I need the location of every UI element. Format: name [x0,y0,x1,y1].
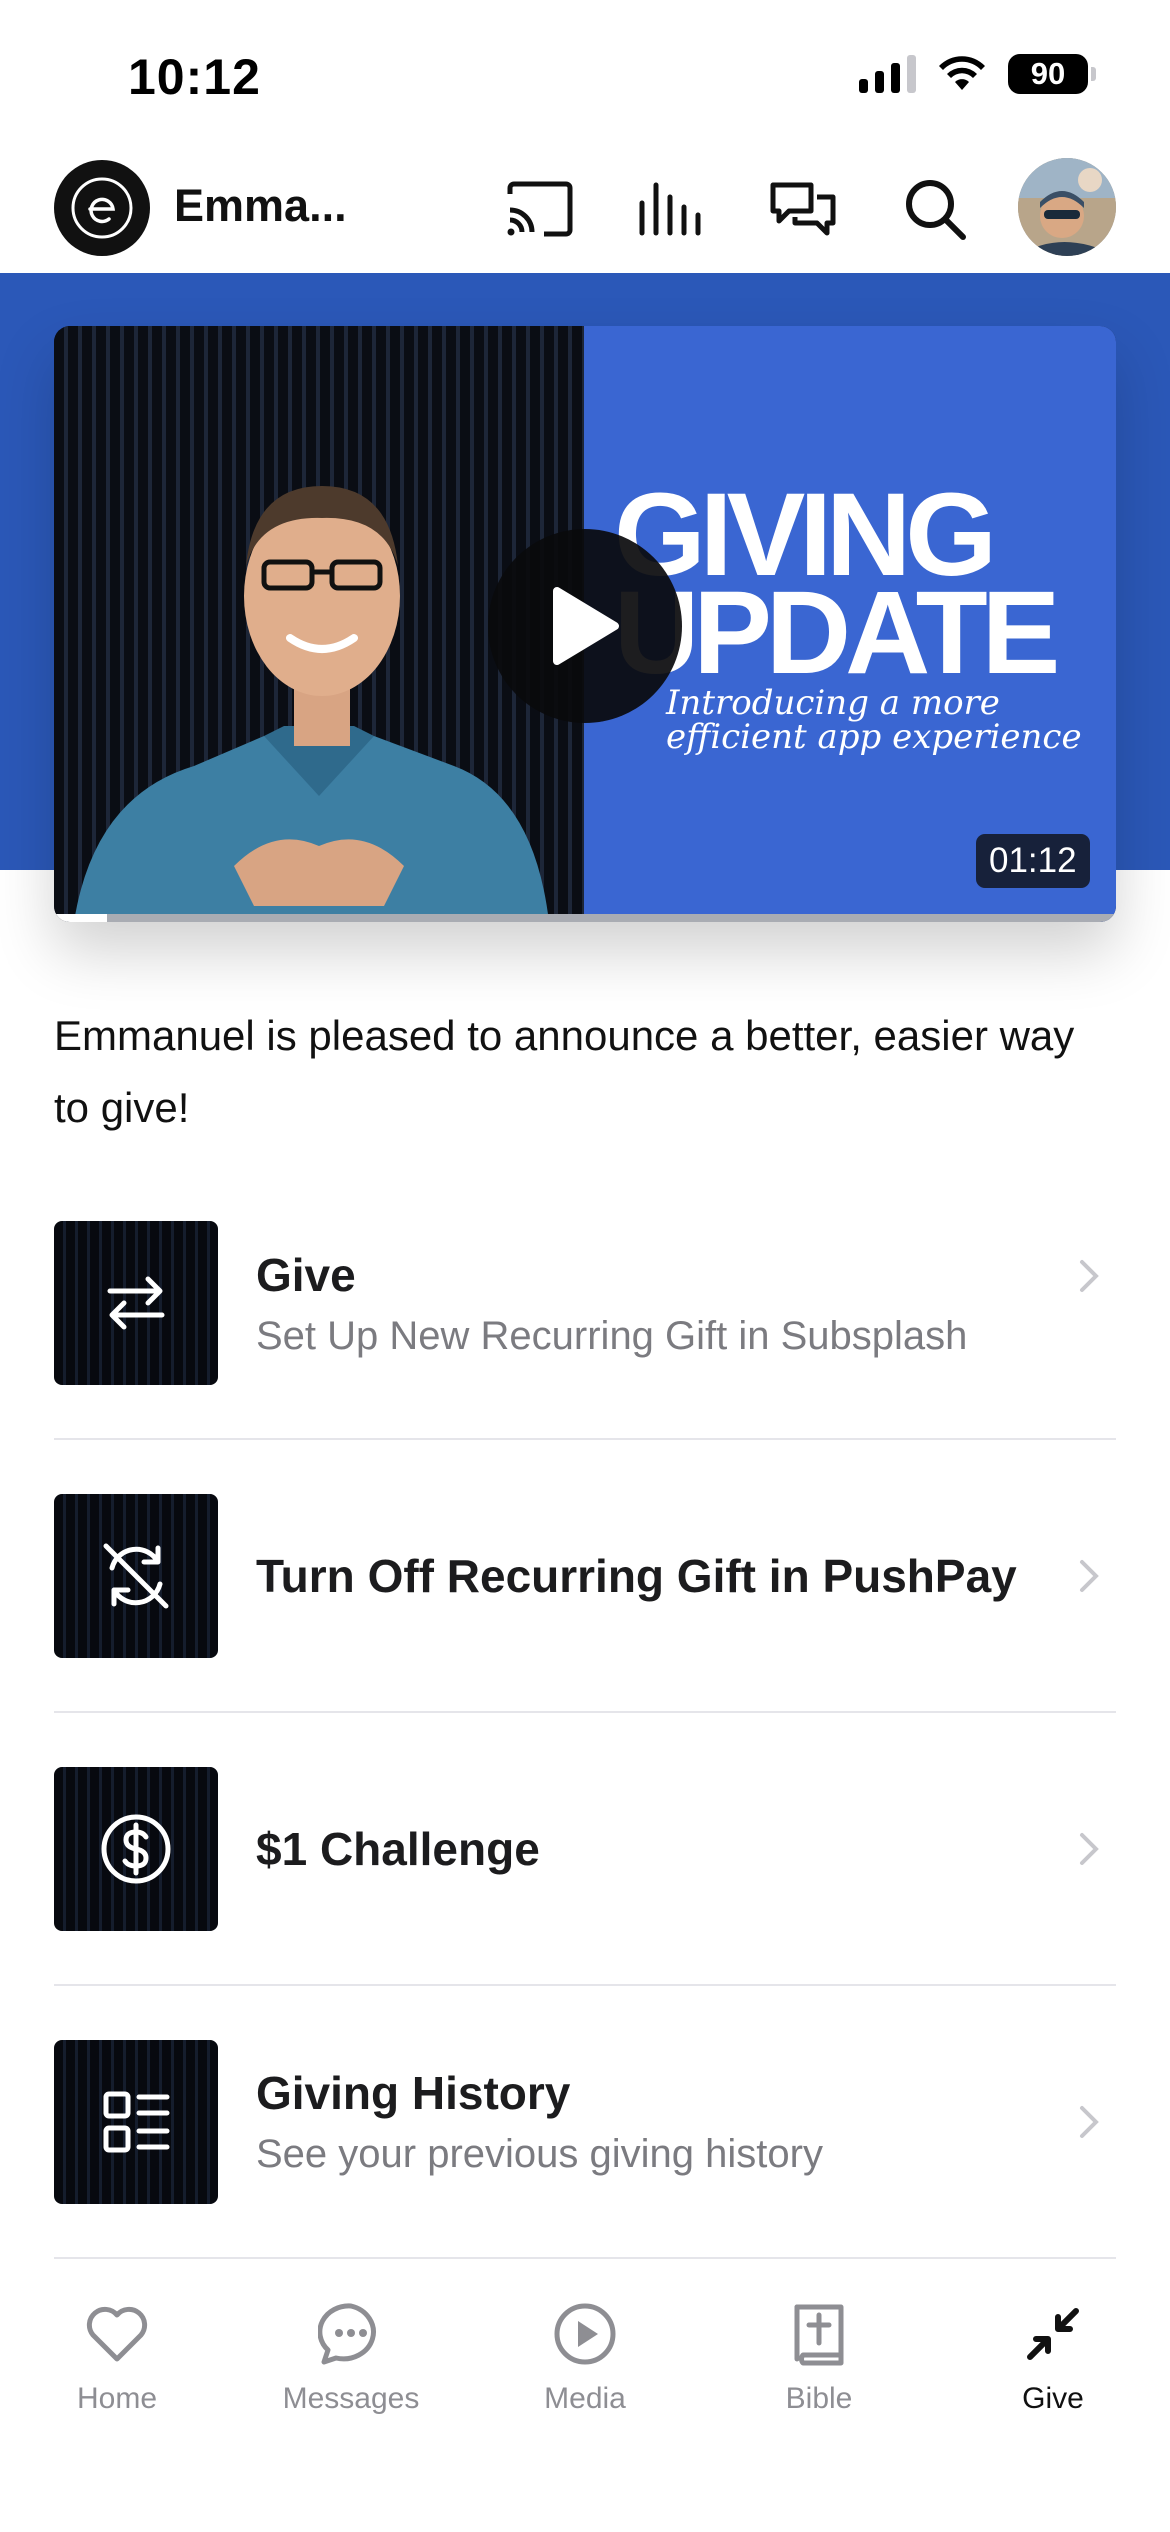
list-item-title: Giving History [256,2067,571,2119]
profile-avatar[interactable] [1018,158,1116,256]
video-duration: 01:12 [976,834,1090,888]
recurring-off-icon [54,1493,218,1658]
bible-icon [783,2298,855,2370]
chat-icon [315,2298,387,2370]
play-circle-icon [549,2298,621,2370]
list-icon [54,2039,218,2204]
chevron-right-icon [1080,1559,1099,1592]
play-button[interactable] [488,529,682,723]
video-subtitle: Introducing a more efficient app experie… [666,683,1082,757]
app-title[interactable]: Emma... [174,180,347,232]
play-icon [553,587,619,665]
app-header: Emma... [0,150,1170,273]
church-logo[interactable] [54,160,150,256]
chevron-right-icon [1080,1832,1099,1865]
tab-bar: Home Messages Media Bible Give [0,2262,1170,2532]
list-item-title: $1 Challenge [256,1822,540,1875]
cellular-signal-icon [859,55,916,93]
list-item-subtitle: Set Up New Recurring Gift in Subsplash [256,1313,968,1358]
giving-options-list: Give Set Up New Recurring Gift in Subspl… [54,1221,1116,2259]
list-item-giving-history[interactable]: Giving History See your previous giving … [54,1986,1116,2259]
announcement-text: Emmanuel is pleased to announce a better… [54,1012,1075,1131]
tab-bible[interactable]: Bible [702,2298,936,2416]
swap-arrows-icon [54,1221,218,1385]
status-time: 10:12 [128,49,261,105]
list-item-turn-off-recurring[interactable]: Turn Off Recurring Gift in PushPay [54,1440,1116,1713]
list-item-title: Give [256,1248,356,1301]
tab-home[interactable]: Home [0,2298,234,2416]
tab-label: Home [76,2382,158,2415]
chevron-right-icon [1080,2105,1099,2138]
wifi-icon [939,56,985,90]
list-item-dollar-challenge[interactable]: $1 Challenge [54,1713,1116,1986]
battery-level: 90 [1030,56,1066,91]
dollar-circle-icon [54,1766,218,1931]
list-item-title: Turn Off Recurring Gift in PushPay [256,1549,1017,1602]
tab-label: Messages [282,2382,420,2415]
list-item-subtitle: See your previous giving history [256,2132,823,2176]
cast-icon[interactable] [502,172,576,246]
tab-media[interactable]: Media [468,2298,702,2416]
collapse-arrows-icon [1017,2298,1089,2370]
status-icons: 90 [859,54,1096,94]
battery-indicator: 90 [1008,54,1096,94]
chat-bubbles-icon[interactable] [766,172,840,246]
list-item-give[interactable]: Give Set Up New Recurring Gift in Subspl… [54,1221,1116,1440]
video-progress-bar[interactable] [54,914,1116,922]
chevron-right-icon [1080,1260,1099,1292]
heart-icon [81,2298,153,2370]
video-player[interactable]: GIVING UPDATE Introducing a more efficie… [54,326,1116,922]
tab-label: Bible [785,2382,853,2415]
tab-give[interactable]: Give [936,2298,1170,2416]
audio-bars-icon[interactable] [634,172,708,246]
status-bar: 10:12 90 [0,0,1170,150]
tab-label: Give [1022,2382,1084,2415]
tab-label: Media [544,2382,626,2415]
video-progress-fill [54,914,108,922]
tab-messages[interactable]: Messages [234,2298,468,2416]
search-icon[interactable] [898,172,972,246]
